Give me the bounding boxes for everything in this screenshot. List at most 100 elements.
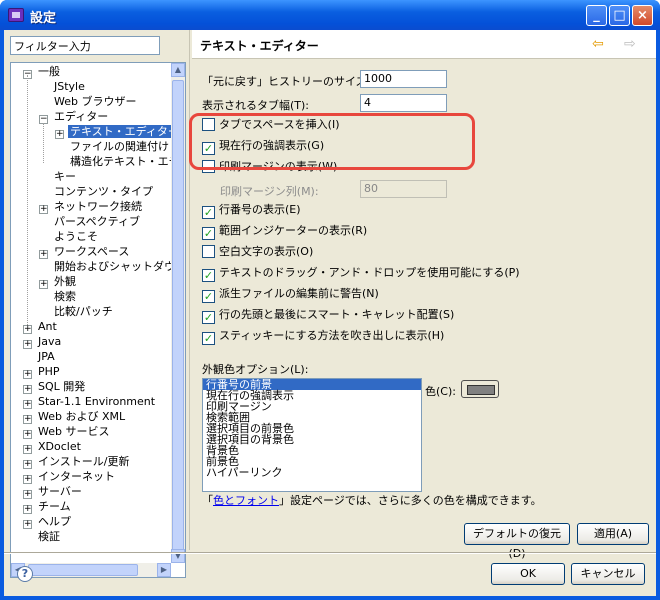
expand-icon[interactable]: + [23,325,32,334]
hscroll-thumb[interactable] [28,564,138,576]
option-checkbox[interactable]: ✓ スティッキーにする方法を吹き出しに表示(H) [202,328,444,345]
expand-icon[interactable]: + [23,475,32,484]
tree-item-label: キー [54,170,76,183]
expand-icon[interactable]: + [23,520,32,529]
tree-item[interactable]: JPA [23,349,57,364]
tree-item-label: Star-1.1 Environment [38,395,156,408]
tree-item[interactable]: + テキスト・エディター [55,124,171,139]
tree-item-label: エディター [54,110,109,123]
tree-item-label: ネットワーク接続 [54,200,142,213]
tree-item[interactable]: + Web サービス [23,424,111,439]
tree-item[interactable]: ようこそ [39,229,100,244]
title-bar[interactable]: 設定 _ □ × [0,0,660,30]
tree-item-label: Web サービス [38,425,110,438]
tree-vertical-scrollbar[interactable]: ▲ ▼ [171,63,185,563]
tree-item[interactable]: + ネットワーク接続 [39,199,144,214]
restore-defaults-button[interactable]: デフォルトの復元(D) [464,523,570,560]
expand-icon[interactable]: + [23,445,32,454]
help-icon[interactable]: ? [17,566,33,582]
expand-icon[interactable]: + [23,505,32,514]
tree-item-label: 外観 [54,275,76,288]
tree-item[interactable]: + サーバー [23,484,84,499]
expand-icon[interactable]: + [23,370,32,379]
tree-item-label: サーバー [38,485,82,498]
tree-item-label: 検証 [38,530,60,543]
apply-button[interactable]: 適用(A) [577,523,649,545]
option-checkbox[interactable]: 空白文字の表示(O) [202,244,313,260]
tree-item[interactable]: + Web および XML [23,409,127,424]
tree-item[interactable]: + Ant [23,319,59,334]
tree-item[interactable]: + XDoclet [23,439,83,454]
expand-icon[interactable]: + [23,415,32,424]
scroll-right-icon[interactable]: ▶ [157,563,171,577]
expand-icon[interactable]: + [23,385,32,394]
expand-icon[interactable]: + [23,340,32,349]
option-checkbox[interactable]: ✓ 行番号の表示(E) [202,202,301,219]
maximize-button[interactable]: □ [609,5,630,26]
tree-item[interactable]: + 外観 [39,274,78,289]
tree-item-label: 一般 [38,65,60,78]
tree-list: − 一般 JStyle Web ブラウザー − エディター + テキスト・エディター ファイルの… [11,63,171,563]
tree-item[interactable]: + インターネット [23,469,117,484]
expand-icon[interactable]: + [39,280,48,289]
tree-horizontal-scrollbar[interactable]: ◀ ▶ [11,563,171,577]
checkmark-icon: ✓ [202,227,215,240]
print-margin-column-label: 印刷マージン列(M): [220,185,319,198]
expand-icon[interactable]: + [55,130,64,139]
sash-divider[interactable] [189,30,190,550]
color-list-item[interactable]: ハイパーリンク [203,467,421,478]
cancel-button[interactable]: キャンセル [571,563,645,585]
tree-item[interactable]: ファイルの関連付け [55,139,171,154]
undo-history-input[interactable]: 1000 [360,70,447,88]
tree-item[interactable]: 構造化テキスト・エディ [55,154,171,169]
tree-item[interactable]: Web ブラウザー [39,94,138,109]
tree-item[interactable]: キー [39,169,78,184]
option-checkbox[interactable]: ✓ 範囲インジケーターの表示(R) [202,223,368,240]
back-arrow-icon[interactable]: ⇦ [592,36,614,52]
scroll-up-icon[interactable]: ▲ [171,63,185,77]
tree-item[interactable]: + インストール/更新 [23,454,132,469]
colors-fonts-link[interactable]: 色とフォント [213,494,279,507]
minimize-button[interactable]: _ [586,5,607,26]
tree-item[interactable]: + ワークスペース [39,244,131,259]
tree-item[interactable]: JStyle [39,79,87,94]
tree-item[interactable]: − 一般 [23,64,62,79]
tree-item[interactable]: + SQL 開発 [23,379,87,394]
expand-icon[interactable]: + [39,205,48,214]
option-checkbox[interactable]: ✓ 行の先頭と最後にスマート・キャレット配置(S) [202,307,454,324]
color-picker-button[interactable] [461,380,499,398]
tree-item[interactable]: + Star-1.1 Environment [23,394,157,409]
checkmark-icon: ✓ [202,269,215,282]
tree-item[interactable]: + ヘルプ [23,514,73,529]
tab-width-input[interactable]: 4 [360,94,447,112]
checkbox-box [202,245,215,258]
option-checkbox[interactable]: ✓ テキストのドラッグ・アンド・ドロップを使用可能にする(P) [202,265,520,282]
option-checkbox[interactable]: ✓ 派生ファイルの編集前に警告(N) [202,286,379,303]
expand-icon[interactable]: + [23,430,32,439]
close-button[interactable]: × [632,5,653,26]
filter-input[interactable]: フィルター入力 [10,36,160,55]
tree-item[interactable]: + PHP [23,364,62,379]
footer-separator [4,552,656,554]
appearance-label: 外観色オプション(L): [202,363,309,376]
forward-arrow-icon[interactable]: ⇨ [624,36,646,52]
expand-icon[interactable]: + [23,460,32,469]
tree-item[interactable]: 検索 [39,289,78,304]
tree-item[interactable]: パースペクティブ [39,214,142,229]
appearance-color-list[interactable]: 行番号の前景 現在行の強調表示 印刷マージン 検索範囲 選択項目の前景色 選択項目の背景色… [202,378,422,492]
tree-item[interactable]: 開始およびシャットダウン [39,259,171,274]
scroll-thumb[interactable] [172,80,184,558]
expand-icon[interactable]: + [23,400,32,409]
tree-item[interactable]: 比較/パッチ [39,304,115,319]
checkbox-label: 範囲インジケーターの表示(R) [219,224,368,237]
tree-item[interactable]: コンテンツ・タイプ [39,184,155,199]
ok-button[interactable]: OK [491,563,565,585]
tree-item[interactable]: + チーム [23,499,73,514]
expand-icon[interactable]: + [23,490,32,499]
tree-item[interactable]: + Java [23,334,63,349]
tree-item-label: Web ブラウザー [54,95,137,108]
expand-icon[interactable]: + [39,250,48,259]
tree-item-label: JPA [38,350,55,363]
tree-item[interactable]: 検証 [23,529,62,544]
tree-item[interactable]: − エディター [39,109,110,124]
